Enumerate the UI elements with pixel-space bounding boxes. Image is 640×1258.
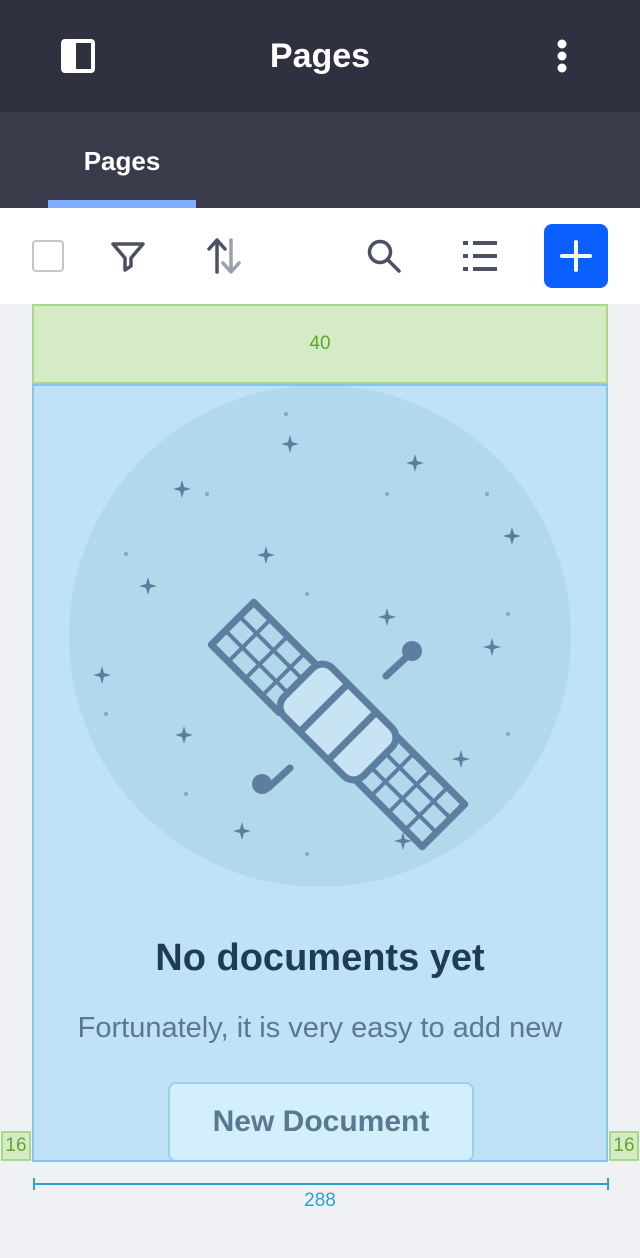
empty-state-title: No documents yet [155,937,485,979]
empty-state: No documents yet Fortunately, it is very… [32,384,608,1162]
filter-button[interactable] [96,224,160,288]
satellite-illustration [69,386,571,886]
more-options-button[interactable] [540,30,584,82]
plus-icon [560,240,592,272]
active-tab-indicator [48,200,196,208]
spacing-annotation-top: 40 [32,304,608,384]
app-header: Pages [0,0,640,112]
spacing-annotation-right: 16 [609,1131,639,1161]
tab-pages[interactable]: Pages [48,112,196,208]
sidebar-toggle-icon [61,39,95,73]
search-icon [367,239,401,273]
spacing-annotation-left: 16 [1,1131,31,1161]
kebab-menu-icon [557,39,567,73]
search-button[interactable] [352,224,416,288]
list-view-icon [463,241,497,271]
management-toolbar [0,208,640,304]
width-dimension-label: 288 [304,1190,336,1211]
view-mode-button[interactable] [448,224,512,288]
empty-state-description: Fortunately, it is very easy to add new [77,1012,563,1044]
select-all-checkbox[interactable] [16,224,80,288]
tab-pages-label: Pages [83,146,161,176]
filter-icon [111,242,145,272]
add-button[interactable] [544,224,608,288]
sidebar-toggle-button[interactable] [56,30,100,82]
new-document-button[interactable]: New Document [168,1082,474,1160]
tab-bar: Pages [0,112,640,208]
sort-button[interactable] [192,224,256,288]
sort-icon [207,238,241,274]
checkbox[interactable] [32,240,64,272]
